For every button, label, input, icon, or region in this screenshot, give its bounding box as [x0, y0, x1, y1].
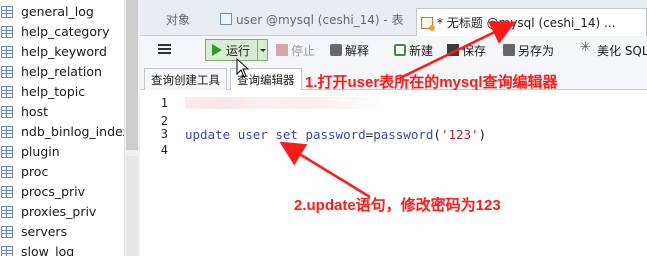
- explain-button-label: 解释: [345, 43, 370, 58]
- table-icon: [1, 166, 13, 178]
- explain-button[interactable]: 解释: [330, 42, 369, 58]
- code-identifier: user: [237, 127, 268, 142]
- tree-item-label: proxies_priv: [21, 204, 97, 219]
- query-toolbar: 运行 停止 解释 新建 保存 另存为 美化 SQL: [140, 36, 647, 64]
- stop-button[interactable]: 停止: [276, 42, 315, 58]
- object-tree-sidebar: general_log help_category help_keyword h…: [0, 0, 140, 256]
- explain-icon: [330, 44, 342, 56]
- save-as-icon: [503, 44, 515, 56]
- line-number: 1: [160, 96, 168, 110]
- tab-user-table[interactable]: user @mysql (ceshi_14) - 表: [220, 8, 404, 30]
- menu-icon[interactable]: [158, 44, 171, 54]
- code-keyword: set: [275, 127, 298, 142]
- tab-label: 对象: [166, 12, 191, 27]
- run-button-label: 运行: [226, 43, 251, 58]
- new-icon: [394, 44, 406, 56]
- table-icon: [1, 6, 13, 18]
- tree-item-servers[interactable]: servers: [0, 222, 124, 242]
- tree-item-label: help_keyword: [21, 44, 107, 59]
- tree-item-label: servers: [21, 224, 68, 239]
- tree-item-ndb-binlog-index[interactable]: ndb_binlog_index: [0, 122, 130, 142]
- sidebar-scrollbar-lower[interactable]: [126, 156, 138, 256]
- table-icon: [220, 13, 232, 25]
- stop-icon: [276, 44, 288, 56]
- table-icon: [1, 126, 13, 138]
- save-button-label: 保存: [462, 43, 487, 58]
- tree-item-proc[interactable]: proc: [0, 162, 124, 182]
- annotation-step-2: 2.update语句，修改密码为123: [294, 197, 501, 214]
- tree-item-label: host: [21, 104, 48, 119]
- tree-item-procs-priv[interactable]: procs_priv: [0, 182, 124, 202]
- sql-editor[interactable]: 1 2 3 4 update user set password=passwor…: [140, 90, 647, 256]
- tree-item-label: general_log: [21, 4, 94, 19]
- line-number: 4: [160, 143, 168, 157]
- tab-label: user @mysql (ceshi_14) - 表: [236, 12, 404, 27]
- save-as-button[interactable]: 另存为: [503, 42, 554, 58]
- query-icon: [421, 16, 435, 31]
- play-icon: [212, 44, 222, 56]
- tree-item-label: procs_priv: [21, 184, 86, 199]
- tree-item-help-relation[interactable]: help_relation: [0, 62, 124, 82]
- tree-item-general-log[interactable]: general_log: [0, 2, 124, 22]
- tree-item-host[interactable]: host: [0, 102, 124, 122]
- code-string: '123': [440, 127, 479, 142]
- tab-label: * 无标题 @mysql (ceshi_14) ...: [437, 16, 616, 30]
- table-icon: [1, 26, 13, 38]
- tree-item-proxies-priv[interactable]: proxies_priv: [0, 202, 124, 222]
- tab-query-builder[interactable]: 查询创建工具: [144, 68, 227, 90]
- tab-untitled-query[interactable]: * 无标题 @mysql (ceshi_14) ...: [416, 8, 647, 36]
- new-query-button[interactable]: 新建: [394, 42, 433, 58]
- code-keyword: update: [185, 127, 231, 142]
- tree-item-help-topic[interactable]: help_topic: [0, 82, 124, 102]
- document-tab-bar: 对象 user @mysql (ceshi_14) - 表 * 无标题 @mys…: [140, 0, 647, 36]
- new-button-label: 新建: [409, 43, 434, 58]
- code-line-update: update user set password=password('123'): [185, 127, 486, 142]
- beautify-icon: [580, 40, 594, 57]
- stop-button-label: 停止: [291, 43, 316, 58]
- table-icon: [1, 146, 13, 158]
- tree-item-label: help_category: [21, 24, 110, 39]
- code-paren: ): [478, 127, 487, 142]
- code-function: password: [373, 127, 434, 142]
- table-icon: [1, 106, 13, 118]
- mouse-cursor-icon: [236, 58, 250, 78]
- tree-item-label: help_relation: [21, 64, 102, 79]
- table-icon: [1, 206, 13, 218]
- code-paren: (: [433, 127, 441, 142]
- line-number: 3: [160, 127, 168, 141]
- annotation-step-1: 1.打开user表所在的mysql查询编辑器: [305, 74, 558, 91]
- tree-item-label: proc: [21, 164, 49, 179]
- subtab-label: 查询创建工具: [151, 72, 220, 87]
- redacted-code-line: [185, 97, 385, 109]
- tree-item-help-category[interactable]: help_category: [0, 22, 124, 42]
- table-icon: [1, 46, 13, 58]
- run-dropdown-caret[interactable]: [257, 40, 267, 60]
- table-icon: [1, 86, 13, 98]
- tree-item-plugin[interactable]: plugin: [0, 142, 124, 162]
- tree-item-label: ndb_binlog_index: [21, 124, 130, 139]
- line-number: 2: [160, 114, 168, 128]
- table-icon: [1, 186, 13, 198]
- save-button[interactable]: 保存: [447, 42, 486, 58]
- tree-item-label: slow_log: [21, 244, 75, 256]
- table-icon: [1, 66, 13, 78]
- save-as-button-label: 另存为: [518, 43, 555, 58]
- tree-item-label: plugin: [21, 144, 60, 159]
- code-column: password: [305, 127, 366, 142]
- beautify-sql-button[interactable]: 美化 SQL: [580, 40, 647, 58]
- beautify-button-label: 美化 SQL: [597, 43, 647, 58]
- tree-item-label: help_topic: [21, 84, 86, 99]
- tab-objects[interactable]: 对象: [166, 8, 190, 30]
- tree-item-slow-log[interactable]: slow_log: [0, 242, 124, 256]
- table-icon: [1, 246, 13, 256]
- sidebar-scrollbar-thumb[interactable]: [126, 0, 138, 150]
- table-icon: [1, 226, 13, 238]
- save-icon: [447, 44, 459, 56]
- tree-item-help-keyword[interactable]: help_keyword: [0, 42, 124, 62]
